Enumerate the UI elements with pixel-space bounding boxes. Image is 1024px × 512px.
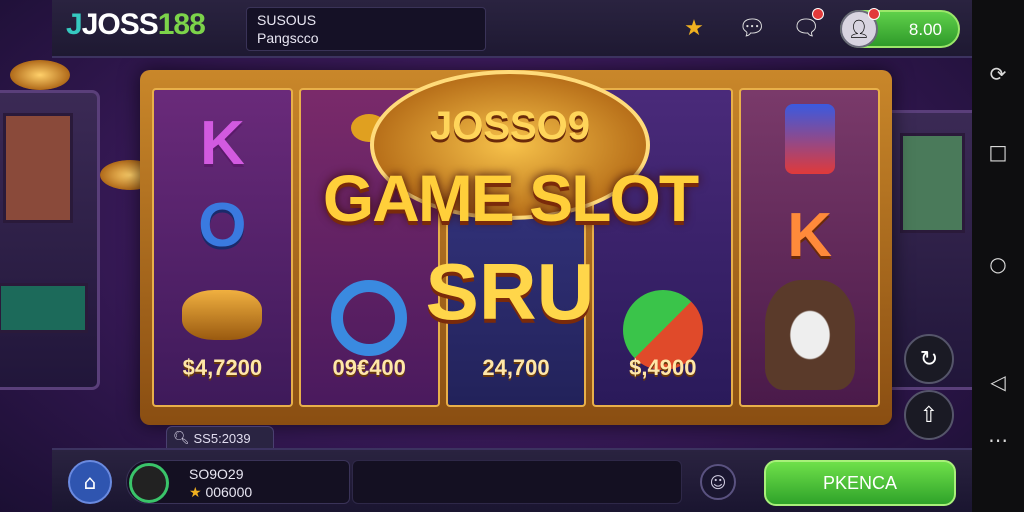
- game-title-emblem: JOSSO9 GAME SLOT SRU: [300, 60, 720, 390]
- title-main: GAME SLOT: [322, 161, 699, 235]
- reel-symbol-k: K: [200, 109, 245, 178]
- reel-symbol-o: O: [198, 191, 247, 260]
- rocket-icon: [784, 104, 835, 174]
- back-icon[interactable]: ◁: [986, 370, 1010, 394]
- system-nav-bar: ⟳ □ ○ ◁ ⋯: [972, 0, 1024, 512]
- arcade-machine-left: [0, 90, 100, 390]
- username: SUSOUS: [257, 12, 317, 28]
- brand-logo[interactable]: JJOSS188: [66, 8, 206, 42]
- reel-symbol-k: K: [787, 201, 832, 270]
- lamp-decoration: [10, 60, 70, 90]
- wizard-character-icon: [764, 280, 855, 390]
- arrow-up-icon: ⇧: [919, 402, 939, 428]
- star-icon[interactable]: ★: [676, 10, 712, 46]
- rotate-icon[interactable]: ⟳: [986, 62, 1010, 86]
- message-icon[interactable]: 🗨︎: [788, 8, 824, 46]
- refresh-button[interactable]: ↻: [904, 334, 954, 384]
- player-info[interactable]: SO9O29 ★ 006000: [126, 460, 350, 504]
- title-sub: SRU: [425, 247, 595, 336]
- player-id: SO9O29: [189, 466, 244, 482]
- player-score: ★ 006000: [189, 484, 253, 500]
- scroll-up-button[interactable]: ⇧: [904, 390, 954, 440]
- emoji-icon: ☺: [709, 472, 727, 492]
- bottom-bar: ⌂ SO9O29 ★ 006000 ☺ PKENCA: [52, 448, 972, 512]
- reel-5: K: [739, 88, 880, 407]
- title-top: JOSSO9: [429, 104, 591, 148]
- search-icon: 🔍︎: [173, 430, 190, 445]
- action-button[interactable]: PKENCA: [764, 460, 956, 506]
- top-bar: JJOSS188 SUSOUS Pangscco ★ 💬︎ 🗨︎ 👤︎ 8.00: [52, 0, 972, 58]
- balance-amount: 8.00: [908, 20, 942, 39]
- message-field[interactable]: [352, 460, 682, 504]
- search-tab[interactable]: 🔍︎ SS5:2039: [166, 426, 274, 450]
- recent-apps-icon[interactable]: □: [986, 140, 1010, 164]
- home-icon: ⌂: [83, 470, 97, 494]
- user-info-box[interactable]: SUSOUS Pangscco: [246, 7, 486, 51]
- star-icon: ★: [189, 484, 202, 500]
- user-subtitle: Pangscco: [257, 30, 319, 46]
- chat-button[interactable]: ☺: [700, 464, 736, 500]
- reel-1: K O $4,7200: [152, 88, 293, 407]
- game-background: K O $4,7200 09€400 24,700 $,4900 K JOSSO…: [0, 0, 972, 512]
- chat-icon[interactable]: 💬︎: [734, 10, 770, 46]
- refresh-icon: ↻: [919, 346, 939, 372]
- balance-button[interactable]: 👤︎ 8.00: [840, 8, 960, 48]
- home-button[interactable]: ⌂: [68, 460, 112, 504]
- search-tab-label: SS5:2039: [193, 430, 251, 446]
- home-circle-icon[interactable]: ○: [986, 252, 1010, 276]
- golden-barrel-icon: [182, 290, 263, 340]
- more-icon[interactable]: ⋯: [986, 428, 1010, 452]
- reel-value: $4,7200: [182, 355, 263, 380]
- timer-ring-icon: [129, 463, 169, 503]
